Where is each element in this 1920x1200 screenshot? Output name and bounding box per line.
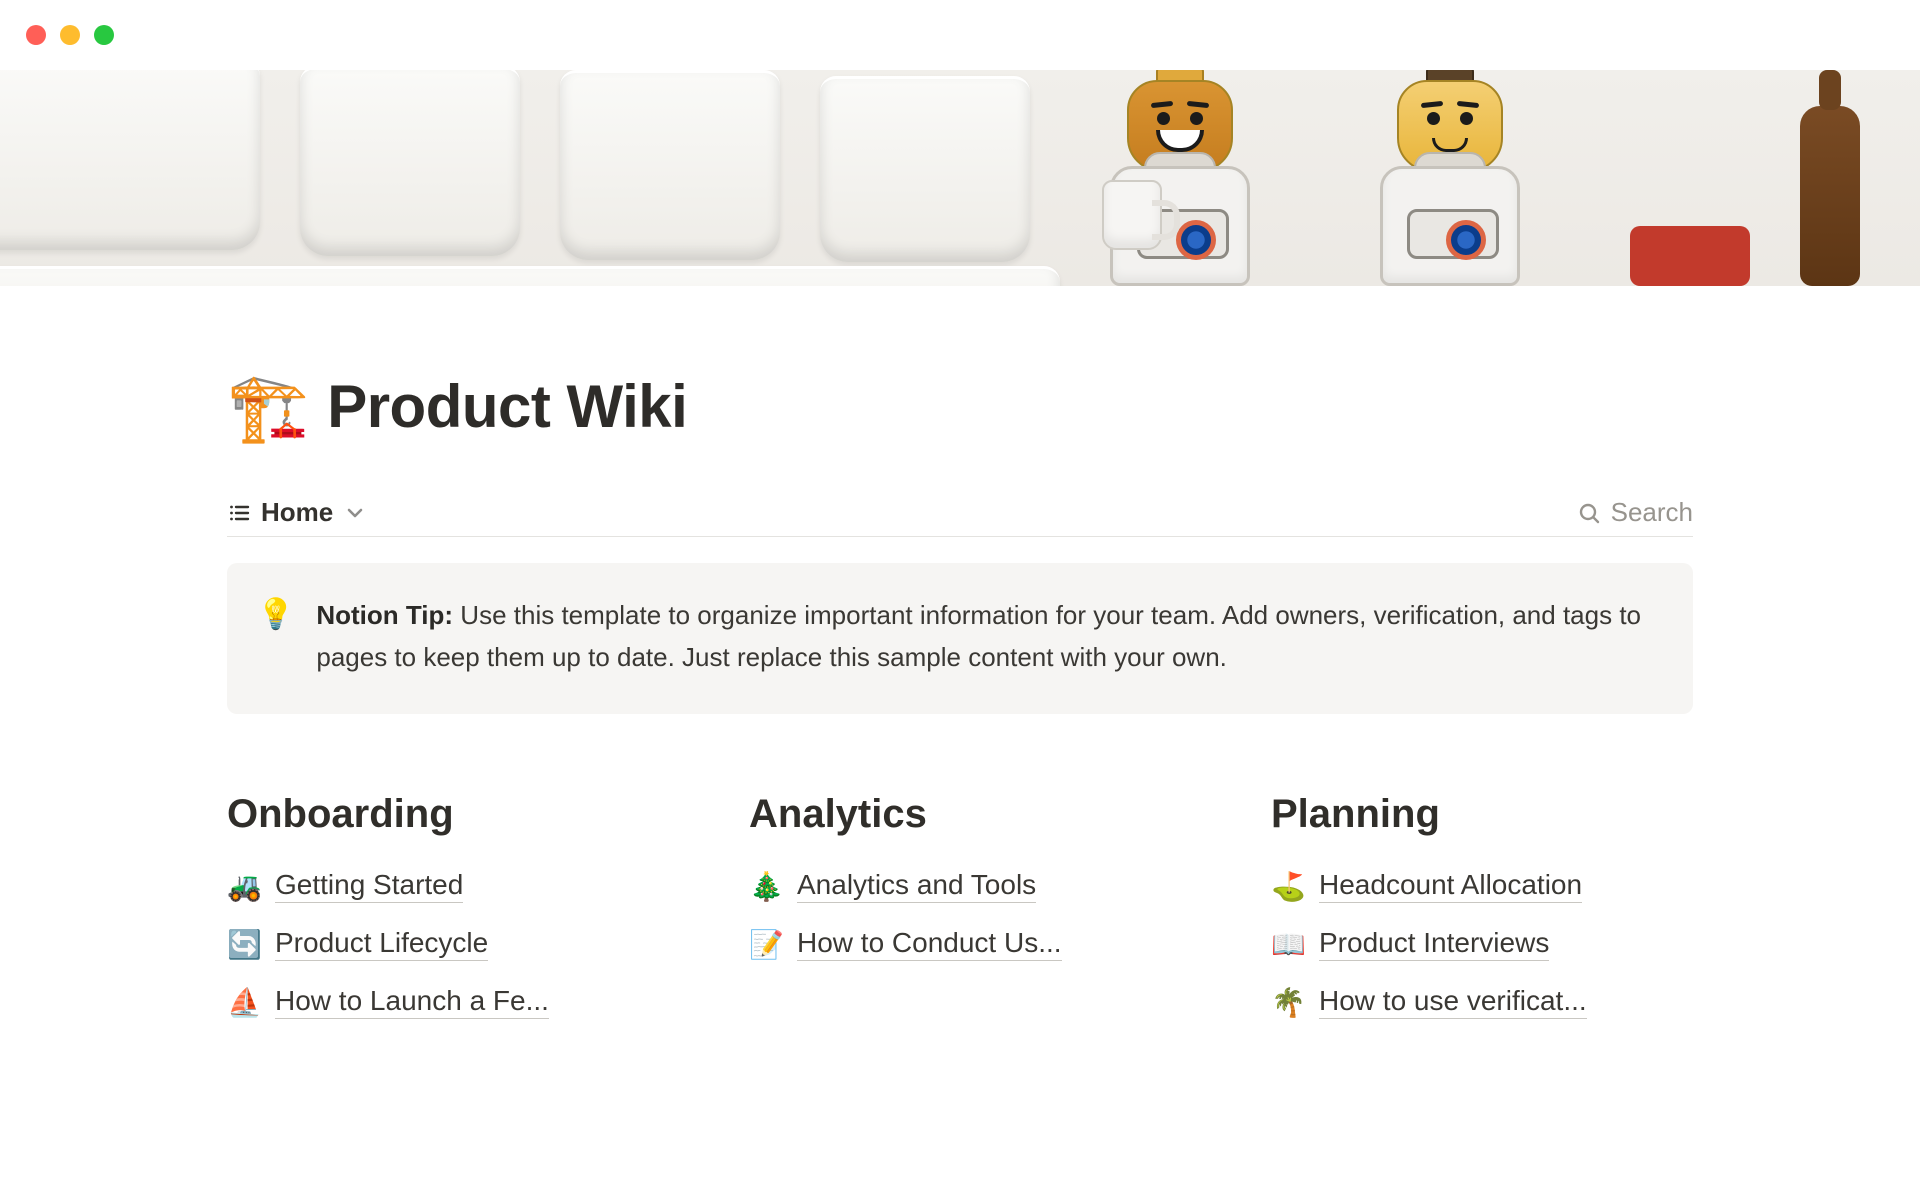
callout-body: Use this template to organize important … <box>316 600 1641 672</box>
page-link-icon: 📖 <box>1271 928 1305 961</box>
page-link[interactable]: 🔄 Product Lifecycle <box>227 927 649 961</box>
page-link-icon: ⛳ <box>1271 870 1305 903</box>
page-link[interactable]: ⛳ Headcount Allocation <box>1271 869 1693 903</box>
window-minimize-button[interactable] <box>60 25 80 45</box>
column-onboarding: Onboarding 🚜 Getting Started 🔄 Product L… <box>227 792 649 1043</box>
page-link[interactable]: 🌴 How to use verificat... <box>1271 985 1693 1019</box>
database-view-bar: Home Search <box>227 497 1693 537</box>
page-link[interactable]: 🎄 Analytics and Tools <box>749 869 1171 903</box>
column-heading[interactable]: Analytics <box>749 792 1171 837</box>
page-link-icon: 🚜 <box>227 870 261 903</box>
page-link-label: How to Launch a Fe... <box>275 985 549 1019</box>
page-link-label: Analytics and Tools <box>797 869 1036 903</box>
column-heading[interactable]: Onboarding <box>227 792 649 837</box>
callout-block[interactable]: 💡 Notion Tip: Use this template to organ… <box>227 563 1693 714</box>
page-link[interactable]: 📖 Product Interviews <box>1271 927 1693 961</box>
page-link-label: How to Conduct Us... <box>797 927 1062 961</box>
column-heading[interactable]: Planning <box>1271 792 1693 837</box>
window-close-button[interactable] <box>26 25 46 45</box>
page-link[interactable]: 📝 How to Conduct Us... <box>749 927 1171 961</box>
page-link[interactable]: ⛵ How to Launch a Fe... <box>227 985 649 1019</box>
window-zoom-button[interactable] <box>94 25 114 45</box>
page-link-label: Headcount Allocation <box>1319 869 1582 903</box>
view-tab-home[interactable]: Home <box>227 497 367 528</box>
chevron-down-icon <box>343 501 367 525</box>
page-link-icon: 🌴 <box>1271 986 1305 1019</box>
page-title[interactable]: Product Wiki <box>327 372 687 441</box>
view-tab-label: Home <box>261 497 333 528</box>
callout-text: Notion Tip: Use this template to organiz… <box>316 595 1653 678</box>
page-content: 🏗️ Product Wiki Home Search <box>227 286 1693 1043</box>
page-link-label: How to use verificat... <box>1319 985 1587 1019</box>
search-button[interactable]: Search <box>1577 497 1693 528</box>
page-link-icon: 🔄 <box>227 928 261 961</box>
page-link-icon: ⛵ <box>227 986 261 1019</box>
page-link-icon: 🎄 <box>749 870 783 903</box>
window-titlebar <box>0 0 1920 70</box>
column-analytics: Analytics 🎄 Analytics and Tools 📝 How to… <box>749 792 1171 1043</box>
page-link-label: Product Interviews <box>1319 927 1549 961</box>
columns-container: Onboarding 🚜 Getting Started 🔄 Product L… <box>227 792 1693 1043</box>
page-link-label: Getting Started <box>275 869 463 903</box>
page-cover-image[interactable] <box>0 70 1920 286</box>
page-link[interactable]: 🚜 Getting Started <box>227 869 649 903</box>
list-icon <box>227 501 251 525</box>
column-planning: Planning ⛳ Headcount Allocation 📖 Produc… <box>1271 792 1693 1043</box>
lightbulb-icon: 💡 <box>257 595 294 678</box>
page-link-icon: 📝 <box>749 928 783 961</box>
page-link-label: Product Lifecycle <box>275 927 488 961</box>
callout-title: Notion Tip: <box>316 600 453 630</box>
search-icon <box>1577 501 1601 525</box>
search-label: Search <box>1611 497 1693 528</box>
page-icon[interactable]: 🏗️ <box>227 374 309 440</box>
